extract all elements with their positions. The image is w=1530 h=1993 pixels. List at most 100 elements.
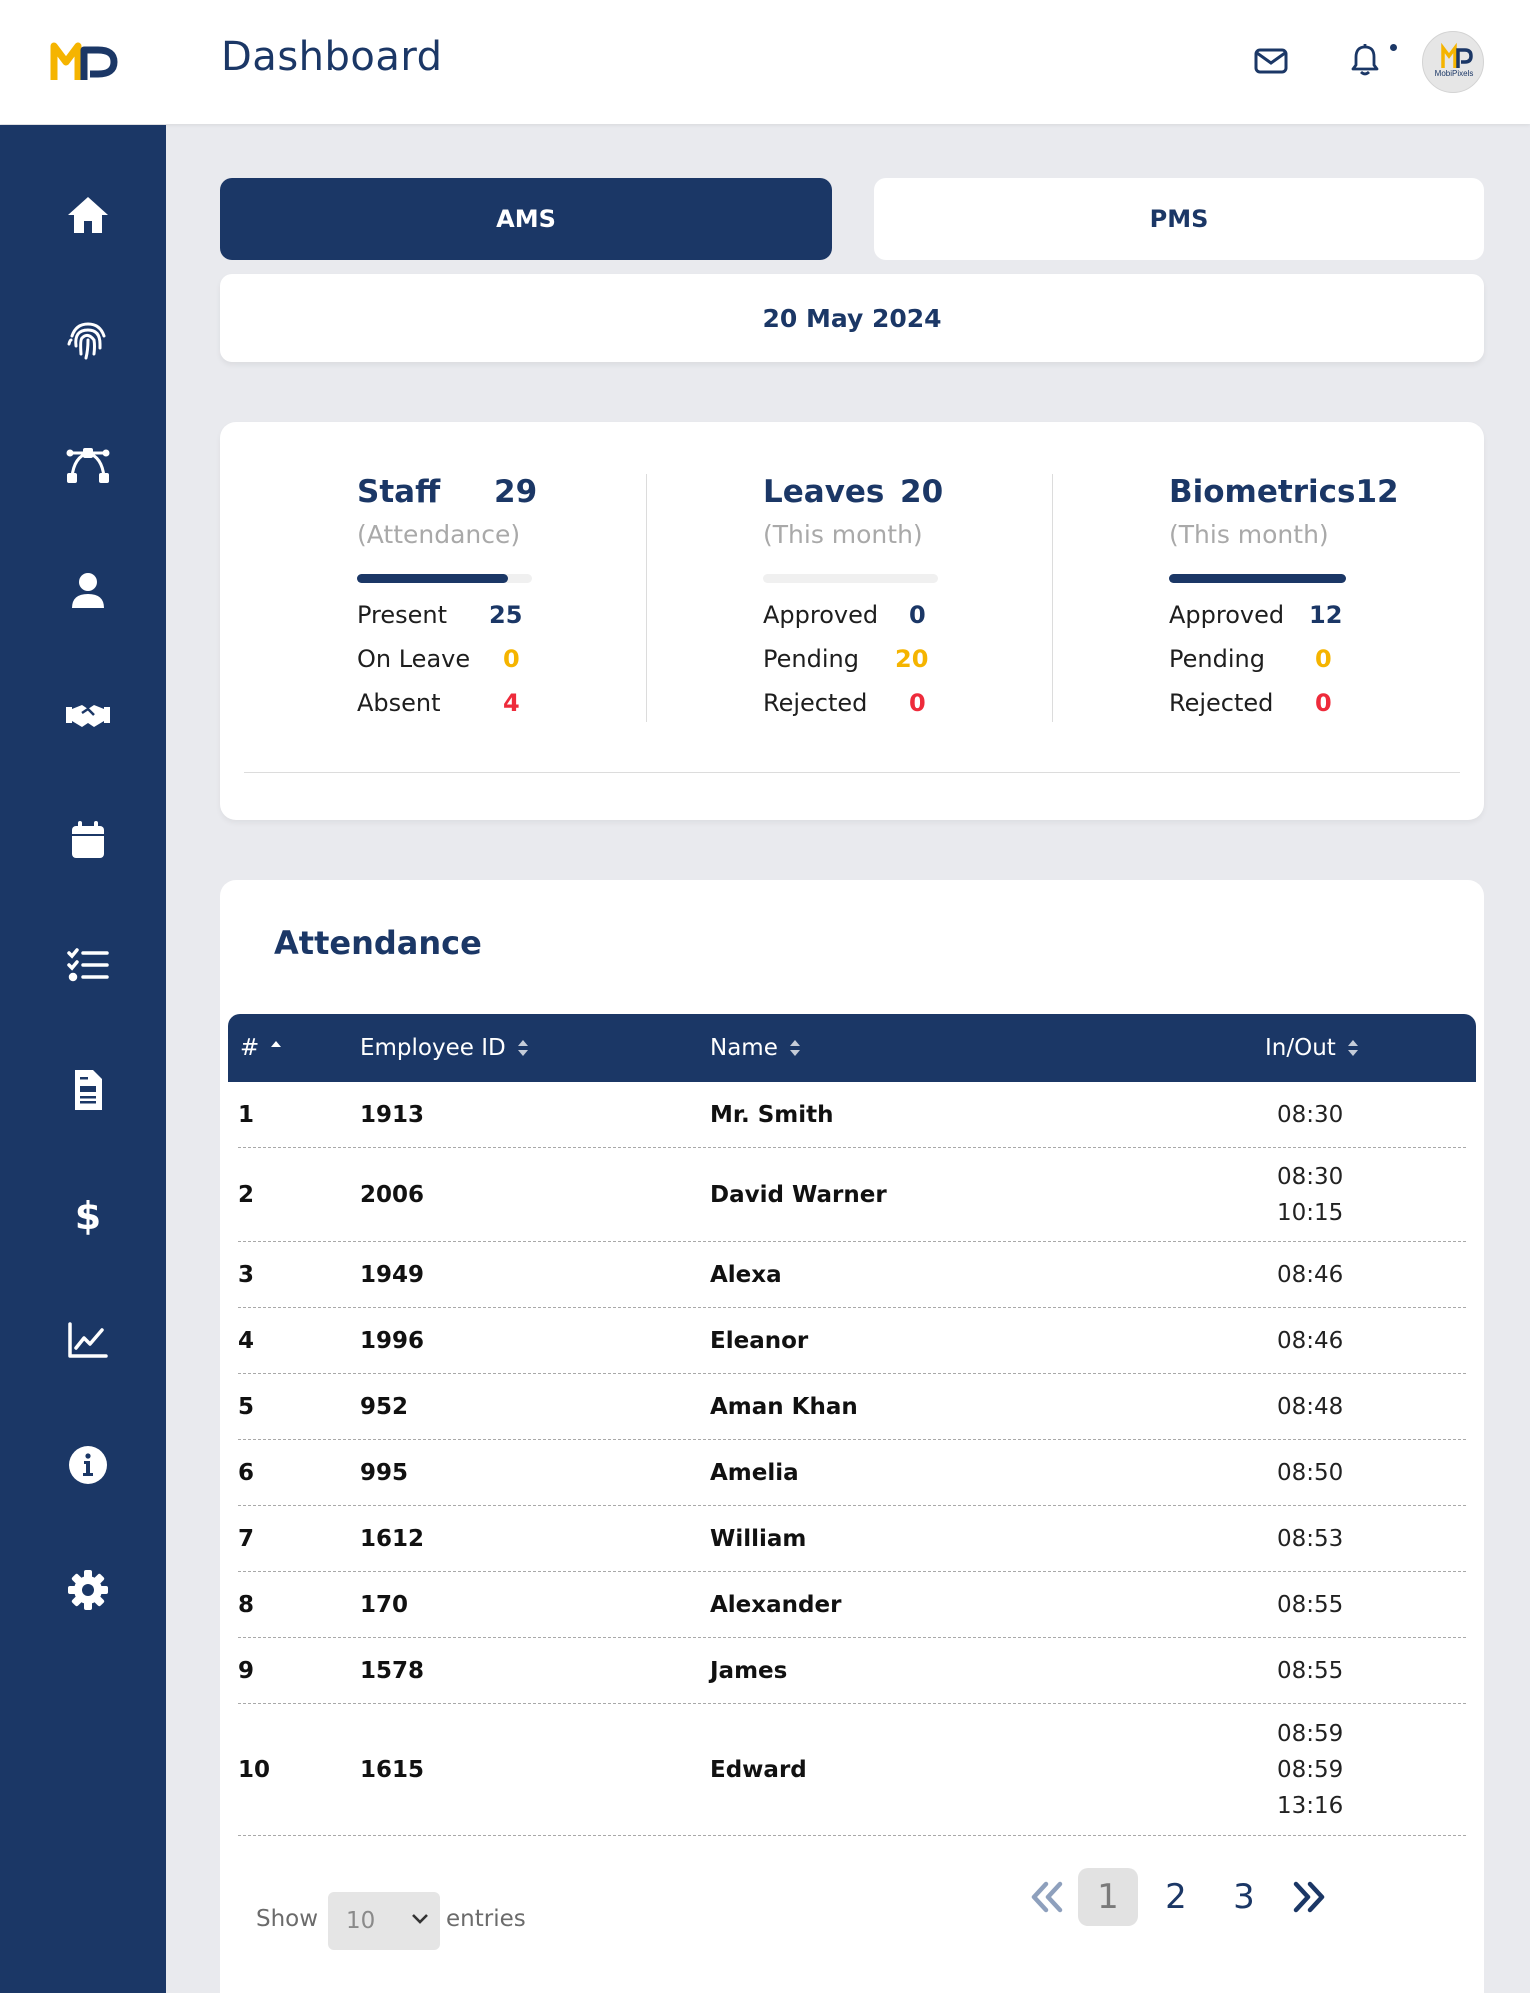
punch-time: 08:55 bbox=[1277, 1657, 1344, 1684]
stats-divider bbox=[646, 474, 647, 722]
sidebar-item-workflow[interactable] bbox=[48, 427, 128, 503]
staff-on-leave-label: On Leave bbox=[357, 645, 471, 673]
biometrics-progress-fill bbox=[1169, 574, 1346, 583]
punch-time: 08:50 bbox=[1277, 1459, 1344, 1486]
in-out-cell: 08:55 bbox=[1277, 1572, 1343, 1637]
column-header-label: Name bbox=[710, 1035, 778, 1061]
notification-dot bbox=[1390, 44, 1397, 51]
staff-subtitle: (Attendance) bbox=[357, 520, 521, 549]
employee-id-cell: 1615 bbox=[360, 1756, 425, 1783]
entries-label: entries bbox=[446, 1906, 526, 1932]
pagination-page-1[interactable]: 1 bbox=[1078, 1868, 1138, 1926]
leaves-count: 20 bbox=[900, 474, 944, 510]
avatar[interactable]: MobiPixels bbox=[1422, 31, 1484, 93]
table-row[interactable]: 6 995 Amelia 08:50 bbox=[238, 1440, 1466, 1506]
sidebar-item-info[interactable] bbox=[48, 1427, 128, 1503]
sort-asc-icon bbox=[271, 1041, 282, 1047]
employee-id-cell: 1949 bbox=[360, 1261, 425, 1288]
row-number-cell: 4 bbox=[238, 1327, 255, 1354]
pagination-page-2[interactable]: 2 bbox=[1146, 1868, 1206, 1926]
in-out-cell: 08:30 10:15 bbox=[1277, 1148, 1343, 1241]
dollar-icon: $ bbox=[75, 1194, 101, 1238]
punch-time: 08:53 bbox=[1277, 1525, 1344, 1552]
biometrics-progress-track bbox=[1169, 574, 1346, 583]
sidebar-item-calendar[interactable] bbox=[48, 802, 128, 878]
column-header-number[interactable]: # bbox=[240, 1014, 283, 1082]
biometrics-subtitle: (This month) bbox=[1169, 520, 1329, 549]
table-row[interactable]: 9 1578 James 08:55 bbox=[238, 1638, 1466, 1704]
stats-card: Staff 29 (Attendance) Present 25 On Leav… bbox=[220, 422, 1484, 820]
top-bar: Dashboard MobiPixels bbox=[0, 0, 1530, 124]
sidebar-item-settings[interactable] bbox=[48, 1552, 128, 1628]
employee-name-cell: Amelia bbox=[710, 1459, 799, 1486]
sort-icon bbox=[1347, 1040, 1358, 1056]
table-row[interactable]: 2 2006 David Warner 08:30 10:15 bbox=[238, 1148, 1466, 1242]
row-number-cell: 10 bbox=[238, 1756, 271, 1783]
column-header-employee-id[interactable]: Employee ID bbox=[360, 1014, 530, 1082]
row-number-cell: 7 bbox=[238, 1525, 255, 1552]
sidebar-item-home[interactable] bbox=[48, 177, 128, 253]
leaves-approved-label: Approved bbox=[763, 601, 879, 629]
attendance-card: Attendance # Employee ID Name In/Out 1 19… bbox=[220, 880, 1484, 1993]
column-header-name[interactable]: Name bbox=[710, 1014, 802, 1082]
leaves-subtitle: (This month) bbox=[763, 520, 923, 549]
sidebar-item-documents[interactable] bbox=[48, 1052, 128, 1128]
mobipixels-logo[interactable] bbox=[50, 36, 122, 88]
bezier-curve-icon bbox=[66, 448, 110, 483]
date-display[interactable]: 20 May 2024 bbox=[220, 274, 1484, 362]
notifications-button[interactable] bbox=[1343, 38, 1387, 82]
punch-time: 08:30 bbox=[1277, 1163, 1344, 1190]
entries-select-value: 10 bbox=[346, 1908, 376, 1934]
table-row[interactable]: 3 1949 Alexa 08:46 bbox=[238, 1242, 1466, 1308]
employee-id-cell: 170 bbox=[360, 1591, 409, 1618]
in-out-cell: 08:53 bbox=[1277, 1506, 1343, 1571]
table-row[interactable]: 5 952 Aman Khan 08:48 bbox=[238, 1374, 1466, 1440]
table-row[interactable]: 10 1615 Edward 08:59 08:59 13:16 bbox=[238, 1704, 1466, 1836]
row-number-cell: 1 bbox=[238, 1101, 255, 1128]
employee-name-cell: David Warner bbox=[710, 1181, 887, 1208]
pagination-first-button[interactable] bbox=[1022, 1870, 1072, 1924]
fingerprint-icon bbox=[67, 322, 106, 360]
column-header-label: Employee ID bbox=[360, 1035, 506, 1061]
sidebar-item-tasks[interactable] bbox=[48, 927, 128, 1003]
leaves-rejected-label: Rejected bbox=[763, 689, 868, 717]
pagination-page-3[interactable]: 3 bbox=[1214, 1868, 1274, 1926]
employee-name-cell: Alexa bbox=[710, 1261, 782, 1288]
staff-on-leave-value: 0 bbox=[503, 645, 520, 673]
leaves-title: Leaves bbox=[763, 474, 885, 510]
employee-name-cell: Mr. Smith bbox=[710, 1101, 834, 1128]
staff-title: Staff bbox=[357, 474, 441, 510]
table-row[interactable]: 8 170 Alexander 08:55 bbox=[238, 1572, 1466, 1638]
mail-button[interactable] bbox=[1251, 44, 1291, 78]
table-row[interactable]: 4 1996 Eleanor 08:46 bbox=[238, 1308, 1466, 1374]
employee-id-cell: 1913 bbox=[360, 1101, 425, 1128]
punch-time: 08:55 bbox=[1277, 1591, 1344, 1618]
sidebar-item-payroll[interactable]: $ bbox=[48, 1177, 128, 1253]
home-icon bbox=[68, 197, 108, 233]
biometrics-pending-label: Pending bbox=[1169, 645, 1265, 673]
entries-per-page-select[interactable]: 10 bbox=[328, 1892, 440, 1950]
staff-absent-label: Absent bbox=[357, 689, 441, 717]
column-header-in-out[interactable]: In/Out bbox=[1265, 1014, 1360, 1082]
table-header: # Employee ID Name In/Out bbox=[228, 1014, 1476, 1082]
punch-time: 08:30 bbox=[1277, 1101, 1344, 1128]
punch-time: 08:59 bbox=[1277, 1756, 1344, 1783]
gear-icon bbox=[68, 1570, 108, 1610]
show-label: Show bbox=[256, 1906, 319, 1932]
sidebar-item-reports[interactable] bbox=[48, 1302, 128, 1378]
pagination-last-button[interactable] bbox=[1284, 1870, 1334, 1924]
punch-time: 10:15 bbox=[1277, 1199, 1344, 1226]
table-row[interactable]: 1 1913 Mr. Smith 08:30 bbox=[238, 1082, 1466, 1148]
double-chevron-right-icon bbox=[1293, 1881, 1325, 1913]
staff-present-label: Present bbox=[357, 601, 448, 629]
sidebar-item-partners[interactable] bbox=[48, 677, 128, 753]
sidebar-item-biometrics[interactable] bbox=[48, 302, 128, 378]
sidebar-item-users[interactable] bbox=[48, 552, 128, 628]
leaves-rejected-value: 0 bbox=[909, 689, 926, 717]
tab-pms[interactable]: PMS bbox=[874, 178, 1484, 260]
stats-bottom-divider bbox=[244, 772, 1460, 773]
table-row[interactable]: 7 1612 William 08:53 bbox=[238, 1506, 1466, 1572]
tab-ams[interactable]: AMS bbox=[220, 178, 832, 260]
in-out-cell: 08:46 bbox=[1277, 1308, 1343, 1373]
punch-time: 08:46 bbox=[1277, 1327, 1344, 1354]
